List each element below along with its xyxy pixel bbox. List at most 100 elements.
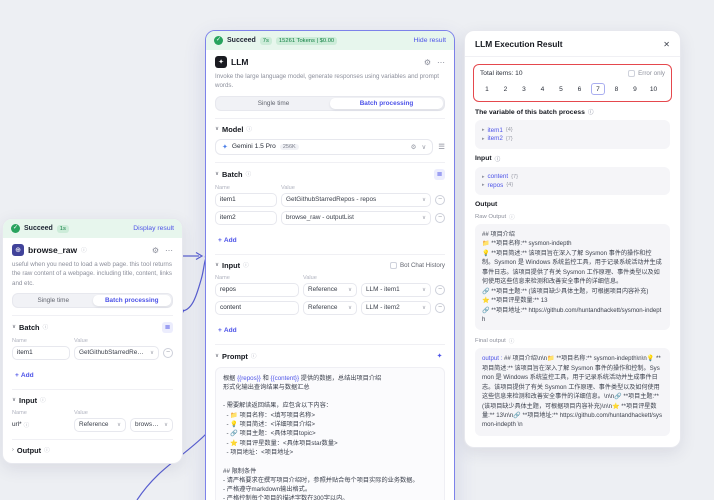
tree-caret-icon[interactable]: ▸: [482, 127, 485, 133]
page-button[interactable]: 2: [499, 83, 513, 95]
info-icon: ⓘ: [251, 352, 257, 360]
input-type-select[interactable]: Reference ∨: [74, 418, 126, 432]
pagination-highlight-box: Total items: 10 Error only 1 2 3 4 5 6 7…: [473, 64, 672, 102]
page-button[interactable]: 8: [610, 83, 624, 95]
batch-icon[interactable]: ≣: [162, 322, 173, 333]
page-button[interactable]: 1: [480, 83, 494, 95]
page-button[interactable]: 3: [517, 83, 531, 95]
prompt-variable-content[interactable]: {{content}}: [271, 375, 300, 382]
page-button[interactable]: 9: [628, 83, 642, 95]
batch-value-select[interactable]: browse_raw - outputList ∨: [281, 211, 431, 225]
prompt-text: 根据: [223, 375, 237, 382]
chevron-down-icon[interactable]: ∨: [422, 143, 427, 151]
gear-icon[interactable]: ⚙: [424, 58, 431, 67]
variable-name[interactable]: item2: [488, 135, 503, 142]
chevron-down-icon: ∨: [422, 305, 426, 311]
tab-single-time[interactable]: Single time: [14, 295, 93, 306]
input-name-input[interactable]: [215, 283, 299, 297]
tree-caret-icon[interactable]: ▸: [482, 182, 485, 188]
remove-row-button[interactable]: −: [435, 195, 445, 205]
browse-raw-node[interactable]: ✓ Succeed 1s Display result ⊕ browse_raw…: [2, 218, 183, 464]
remove-row-button[interactable]: −: [435, 285, 445, 295]
chevron-down-icon: ∨: [422, 197, 426, 203]
chevron-down-icon[interactable]: ∨: [215, 353, 219, 359]
input-name-input[interactable]: [215, 301, 299, 315]
more-icon[interactable]: ⋯: [165, 246, 173, 255]
select-value: Reference: [79, 421, 109, 428]
model-section: ∨ Model ⓘ ✦ Gemini 1.5 Pro 256K ⚙ ∨ ☰: [215, 118, 445, 155]
display-result-link[interactable]: Display result: [133, 225, 174, 232]
bot-chat-history-checkbox[interactable]: [390, 262, 397, 269]
info-icon: ⓘ: [495, 155, 501, 163]
tab-batch-processing[interactable]: Batch processing: [93, 295, 172, 306]
batch-name-input[interactable]: [12, 346, 70, 360]
chevron-down-icon[interactable]: ∨: [215, 262, 219, 268]
batch-name-input[interactable]: [215, 193, 277, 207]
variable-name[interactable]: item1: [488, 127, 503, 134]
info-icon: ⓘ: [246, 125, 252, 133]
prompt-variable-repos[interactable]: {{repos}}: [237, 375, 261, 382]
variable-name[interactable]: content: [488, 173, 509, 180]
remove-row-button[interactable]: −: [435, 303, 445, 313]
chevron-right-icon[interactable]: ›: [12, 447, 14, 453]
section-title: Input: [19, 396, 37, 405]
add-batch-button[interactable]: +Add: [218, 237, 237, 244]
page-button[interactable]: 6: [573, 83, 587, 95]
batch-value-select[interactable]: GetGithubStarredRepos - repos ∨: [281, 193, 431, 207]
close-icon[interactable]: ✕: [663, 40, 670, 49]
chevron-down-icon[interactable]: ∨: [12, 397, 16, 403]
error-only-checkbox[interactable]: [628, 70, 635, 77]
model-select[interactable]: ✦ Gemini 1.5 Pro 256K ⚙ ∨: [215, 139, 433, 155]
batch-section: ∨ Batch ⓘ ≣ Name Value GetGithubStarredR…: [12, 315, 173, 382]
model-config-icon[interactable]: ☰: [438, 142, 445, 151]
run-mode-tabs: Single time Batch processing: [12, 293, 173, 308]
tree-caret-icon[interactable]: ▸: [482, 136, 485, 142]
batch-vars-box: ▸ item1 {4} ▸ item2 {7}: [475, 120, 670, 149]
model-settings-icon[interactable]: ⚙: [411, 143, 417, 151]
chevron-down-icon[interactable]: ∨: [215, 126, 219, 132]
add-label: Add: [224, 327, 237, 334]
column-header-name: Name: [215, 185, 277, 191]
input-type-select[interactable]: Reference ∨: [303, 283, 357, 297]
prompt-editor[interactable]: 根据 {{repos}} 和 {{content}} 提供的数据，总结出项目介绍…: [215, 367, 445, 500]
input-value-select[interactable]: LLM - item2 ∨: [361, 301, 431, 315]
batch-name-input[interactable]: [215, 211, 277, 225]
section-title: Output: [17, 446, 41, 455]
output-label: Output: [475, 201, 497, 208]
variable-name[interactable]: repos: [488, 182, 504, 189]
more-icon[interactable]: ⋯: [437, 58, 445, 67]
tree-caret-icon[interactable]: ▸: [482, 174, 485, 180]
batch-section: ∨ Batch ⓘ ≣ Name Value GetGithubStarredR…: [215, 162, 445, 247]
llm-icon: ✦: [215, 56, 227, 68]
tab-batch-processing[interactable]: Batch processing: [330, 98, 443, 109]
add-input-button[interactable]: +Add: [218, 327, 237, 334]
node-description: Invoke the large language model, generat…: [215, 72, 445, 91]
bot-chat-history-label: Bot Chat History: [400, 262, 445, 269]
column-header-value: Value: [303, 275, 317, 281]
page-button[interactable]: 4: [536, 83, 550, 95]
model-name: Gemini 1.5 Pro: [232, 143, 276, 150]
browse-status-bar: ✓ Succeed 1s Display result: [3, 219, 182, 238]
info-icon: ⓘ: [509, 213, 515, 221]
gear-icon[interactable]: ⚙: [152, 246, 159, 255]
input-value-select[interactable]: browse_raw - url ∨: [130, 418, 173, 432]
tab-single-time[interactable]: Single time: [217, 98, 330, 109]
page-button[interactable]: 5: [554, 83, 568, 95]
prompt-body: 形式化输出查询结果与数据汇总 - 需要解读返回结果，应包含以下内容： - 📁 项…: [223, 383, 437, 500]
page-button-current[interactable]: 7: [591, 83, 605, 95]
remove-row-button[interactable]: −: [435, 213, 445, 223]
chevron-down-icon[interactable]: ∨: [12, 324, 16, 330]
llm-node[interactable]: ✓ Succeed 7s 15261 Tokens | $0.00 Hide r…: [205, 30, 455, 500]
section-title: Batch: [19, 323, 40, 332]
input-value-select[interactable]: LLM - item1 ∨: [361, 283, 431, 297]
chevron-down-icon[interactable]: ∨: [215, 171, 219, 177]
batch-value-select[interactable]: GetGithubStarredRepos - repos ∨: [74, 346, 159, 360]
input-type-select[interactable]: Reference ∨: [303, 301, 357, 315]
raw-output-content: ## 项目介绍 📁 **项目名称:** sysmon-indepth 💡 **项…: [475, 224, 670, 330]
hide-result-link[interactable]: Hide result: [414, 37, 447, 44]
optimize-prompt-icon[interactable]: ✦: [434, 351, 445, 362]
page-button[interactable]: 10: [647, 83, 661, 95]
remove-row-button[interactable]: −: [163, 348, 173, 358]
add-batch-button[interactable]: +Add: [15, 372, 34, 379]
batch-icon[interactable]: ≣: [434, 169, 445, 180]
